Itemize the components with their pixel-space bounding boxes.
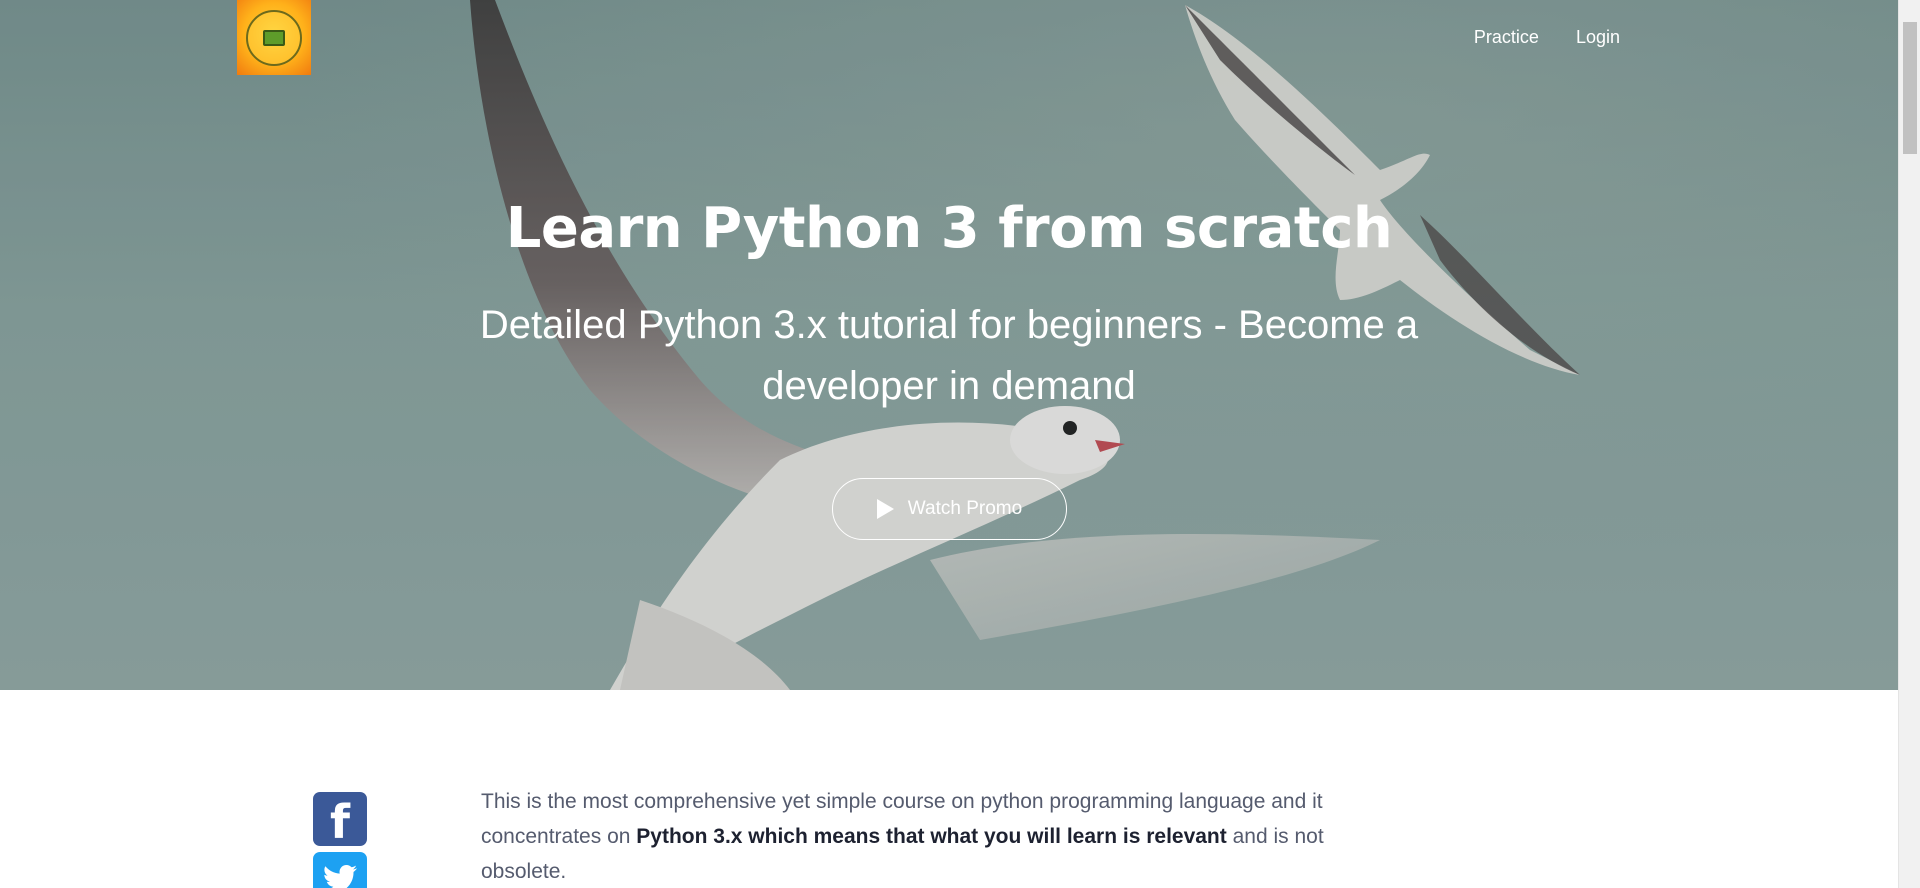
- scrollbar-thumb[interactable]: [1903, 22, 1917, 154]
- intro-text-bold: Python 3.x which means that what you wil…: [636, 825, 1227, 848]
- play-icon: [876, 499, 894, 519]
- hero-title: Learn Python 3 from scratch: [505, 196, 1393, 261]
- twitter-icon[interactable]: [313, 852, 367, 888]
- facebook-icon[interactable]: f: [313, 792, 367, 849]
- nav-login-link[interactable]: Login: [1576, 27, 1620, 48]
- watch-promo-button[interactable]: Watch Promo: [832, 478, 1067, 540]
- nav-practice-link[interactable]: Practice: [1474, 27, 1539, 48]
- page: Practice Login Learn Python 3 from scrat…: [0, 0, 1920, 888]
- laptop-icon: [263, 29, 285, 46]
- logo-icon[interactable]: [237, 0, 311, 75]
- hero-banner: Practice Login Learn Python 3 from scrat…: [0, 0, 1898, 690]
- page-scrollbar[interactable]: [1898, 0, 1920, 888]
- twitter-bird-icon: [324, 865, 357, 888]
- course-intro-text: This is the most comprehensive yet simpl…: [481, 784, 1381, 888]
- facebook-glyph: f: [329, 795, 350, 849]
- top-nav: Practice Login: [1474, 27, 1620, 48]
- logo-ring: [246, 9, 302, 66]
- hero-subtitle: Detailed Python 3.x tutorial for beginne…: [479, 303, 1419, 408]
- watch-promo-label: Watch Promo: [907, 498, 1023, 519]
- social-share-bar: f: [313, 792, 367, 888]
